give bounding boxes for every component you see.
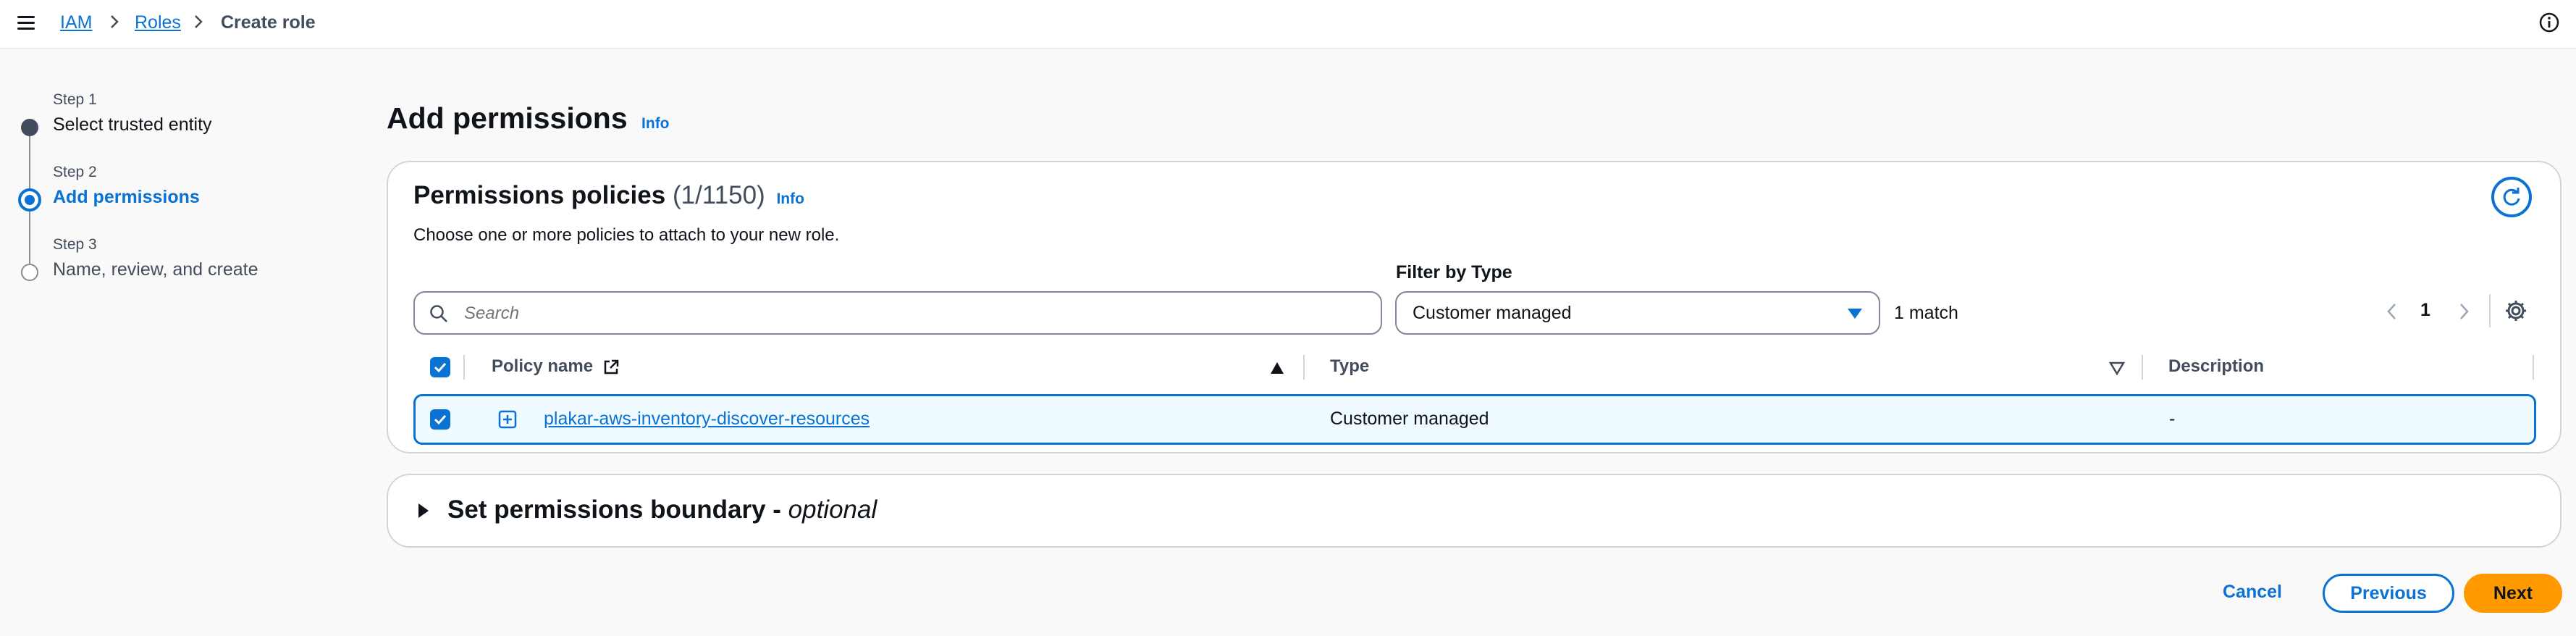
chevron-right-icon[interactable]: [2455, 300, 2472, 323]
policy-name-link[interactable]: plakar-aws-inventory-discover-resources: [544, 409, 870, 430]
column-divider: [463, 355, 465, 380]
step-1-number: Step 1: [53, 91, 97, 108]
page-title-text: Add permissions: [387, 101, 628, 135]
previous-button[interactable]: Previous: [2323, 574, 2454, 613]
expand-plus-icon[interactable]: [498, 410, 517, 429]
gear-icon[interactable]: [2504, 298, 2528, 323]
row-checkbox[interactable]: [430, 409, 450, 430]
policies-info-link[interactable]: Info: [776, 191, 804, 207]
checkmark-icon: [434, 362, 447, 373]
refresh-icon: [2503, 188, 2520, 206]
step-completed-icon: [21, 119, 38, 136]
sort-icon[interactable]: [2109, 361, 2125, 375]
info-link[interactable]: Info: [641, 115, 669, 132]
column-header-type[interactable]: Type: [1330, 356, 1369, 377]
search-input[interactable]: [463, 300, 1363, 327]
cancel-button[interactable]: Cancel: [2223, 582, 2282, 603]
policy-description: -: [2169, 409, 2176, 429]
search-icon: [430, 305, 447, 322]
column-divider: [1303, 355, 1305, 380]
column-divider: [2533, 355, 2534, 380]
boundary-title: Set permissions boundary -: [447, 495, 788, 524]
chevron-right-icon: [111, 15, 119, 28]
step-3-number: Step 3: [53, 236, 97, 253]
step-current-icon: [18, 188, 41, 212]
step-connector: [29, 134, 30, 196]
policies-title: Permissions policies: [413, 181, 666, 209]
step-2-title: Add permissions: [53, 187, 200, 207]
chevron-right-icon: [195, 15, 203, 28]
boundary-optional-label: optional: [788, 495, 877, 524]
column-divider: [2142, 355, 2143, 380]
policies-description: Choose one or more policies to attach to…: [413, 225, 840, 245]
external-link-icon: [604, 359, 618, 374]
top-navigation-bar: IAM Roles Create role: [0, 0, 2576, 49]
divider: [2489, 294, 2491, 327]
policies-header: Permissions policies (1/1150) Info: [413, 181, 804, 210]
menu-icon[interactable]: [16, 13, 36, 33]
policy-type: Customer managed: [1330, 409, 1489, 429]
permissions-boundary-toggle[interactable]: Set permissions boundary - optional: [447, 495, 877, 524]
info-circle-icon[interactable]: [2538, 12, 2560, 33]
filter-selected-value: Customer managed: [1413, 303, 1572, 323]
column-header-policy-name[interactable]: Policy name: [492, 356, 620, 377]
chevron-left-icon[interactable]: [2383, 300, 2401, 323]
filter-by-type-label: Filter by Type: [1396, 262, 1512, 283]
filter-by-type-select[interactable]: Customer managed: [1395, 291, 1880, 335]
match-count: 1 match: [1894, 303, 1958, 323]
breadcrumb-roles[interactable]: Roles: [135, 10, 181, 35]
step-upcoming-icon: [21, 264, 38, 281]
breadcrumb-create-role: Create role: [221, 12, 316, 33]
refresh-button[interactable]: [2491, 177, 2532, 217]
step-1-title[interactable]: Select trusted entity: [53, 114, 212, 135]
search-field[interactable]: [413, 291, 1382, 335]
policies-count: (1/1150): [672, 181, 765, 209]
column-header-description[interactable]: Description: [2168, 356, 2264, 377]
breadcrumb-iam[interactable]: IAM: [60, 10, 92, 35]
checkmark-icon: [434, 414, 447, 425]
page-number[interactable]: 1: [2420, 300, 2430, 321]
select-all-checkbox[interactable]: [430, 357, 450, 377]
caret-down-icon: [1848, 309, 1862, 319]
caret-right-icon[interactable]: [417, 502, 430, 519]
sort-ascending-icon[interactable]: [1269, 361, 1285, 375]
next-button[interactable]: Next: [2464, 574, 2562, 613]
page-title: Add permissions Info: [387, 101, 670, 135]
step-3-title: Name, review, and create: [53, 259, 258, 280]
step-connector: [29, 208, 30, 268]
column-header-label: Policy name: [492, 356, 594, 376]
step-2-number: Step 2: [53, 164, 97, 180]
